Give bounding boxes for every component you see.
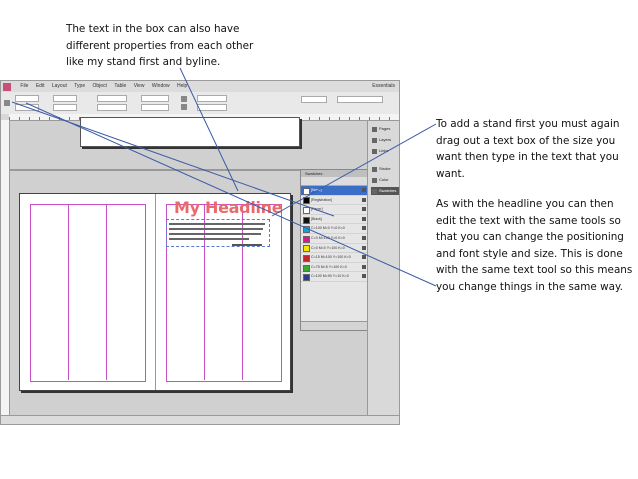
callout-line-text-tool <box>25 102 437 287</box>
callout-line-top-note <box>179 67 239 192</box>
callout-line-standfirst <box>271 123 437 217</box>
callout-lines <box>11 67 437 287</box>
callout-line-toolbar <box>11 101 335 217</box>
